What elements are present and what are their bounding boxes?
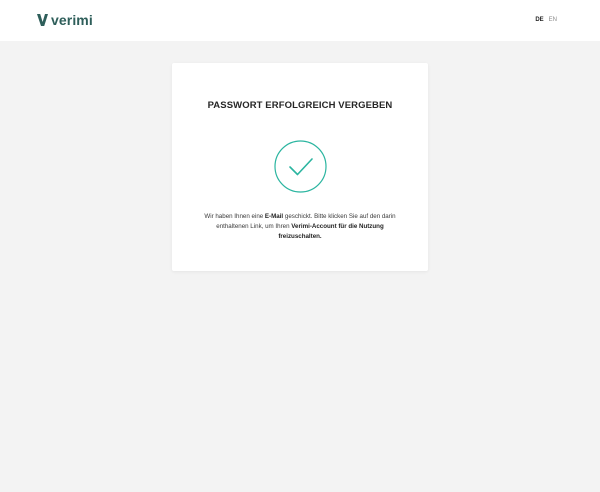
- logo-text: verimi: [51, 12, 93, 28]
- card-title: PASSWORT ERFOLGREICH VERGEBEN: [207, 100, 393, 111]
- success-card: PASSWORT ERFOLGREICH VERGEBEN Wir haben …: [172, 63, 428, 271]
- checkmark-circle-icon: [274, 140, 327, 193]
- language-option-en[interactable]: EN: [549, 16, 557, 24]
- confirmation-message: Wir haben Ihnen eine E-Mail geschickt. B…: [202, 212, 398, 242]
- message-text-1: Wir haben Ihnen eine: [204, 213, 265, 220]
- language-option-de[interactable]: DE: [535, 16, 543, 24]
- verimi-logo[interactable]: verimi: [37, 13, 93, 27]
- message-bold-account: Verimi-Account für die Nutzung freizusch…: [278, 223, 384, 240]
- language-switcher: DE EN: [535, 16, 557, 24]
- message-bold-email: E-Mail: [264, 213, 284, 220]
- top-bar: verimi DE EN: [0, 0, 600, 41]
- verimi-logo-icon: [37, 14, 48, 26]
